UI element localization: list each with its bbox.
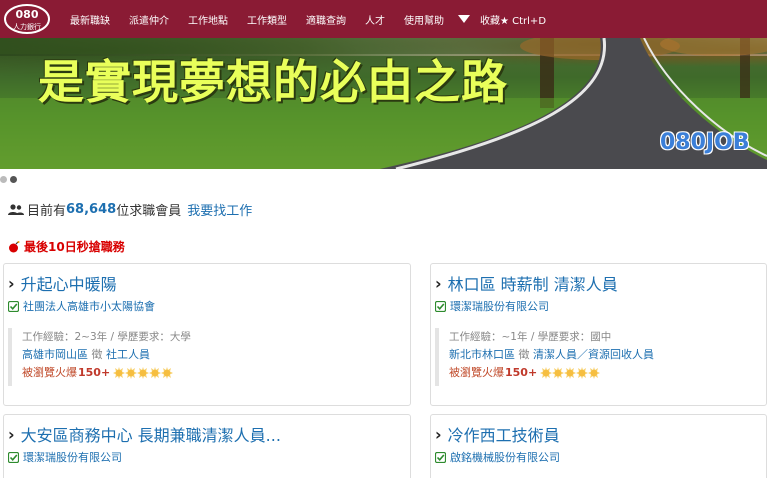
job-requirements: 工作經驗：2~3年 / 學歷要求：大學	[22, 331, 191, 343]
member-stats: 目前有 68,648 位求職會員 我要找工作	[8, 200, 252, 219]
job-title[interactable]: › 大安區商務中心 長期兼職清潔人員...	[8, 422, 281, 446]
flame-rating	[540, 367, 601, 379]
urgent-jobs-heading: 最後10日秒搶職務	[8, 238, 125, 255]
check-square-icon	[435, 451, 446, 463]
job-title[interactable]: › 升起心中暖陽	[8, 271, 117, 295]
job-card[interactable]: › 冷作西工技術員 啟銘機械股份有限公司	[430, 414, 767, 478]
stats-count: 68,648	[66, 202, 117, 217]
logo-text-bottom: 人力銀行	[13, 22, 41, 31]
company-name[interactable]: 環潔瑞股份有限公司	[450, 298, 549, 314]
site-logo[interactable]: 080 人力銀行	[4, 4, 50, 34]
urgent-label: 最後10日秒搶職務	[24, 240, 125, 254]
flame-rating	[113, 367, 174, 379]
nav-menu: 最新職缺 派遣仲介 工作地點 工作類型 適職查詢 人才 使用幫助 收藏★ Ctr…	[70, 0, 546, 38]
hero-banner[interactable]: 是實現夢想的必由之路 080JOB	[0, 38, 767, 169]
recruit-marker: 徵	[518, 348, 530, 361]
flame-icon	[588, 367, 601, 379]
job-location-line: 新北市林口區 徵 清潔人員／資源回收人員	[449, 346, 761, 364]
company-name[interactable]: 環潔瑞股份有限公司	[23, 449, 122, 465]
banner-brand: 080JOB	[660, 130, 750, 155]
top-navbar: 080 人力銀行 最新職缺 派遣仲介 工作地點 工作類型 適職查詢 人才 使用幫…	[0, 0, 767, 38]
flame-icon	[125, 367, 138, 379]
job-details: 工作經驗：2~3年 / 學歷要求：大學 高雄市岡山區 徵 社工人員 被瀏覽火爆 …	[8, 328, 388, 386]
check-square-icon	[8, 300, 19, 312]
slider-dot-1[interactable]	[0, 176, 7, 183]
flame-icon	[564, 367, 577, 379]
job-title-text[interactable]: 林口區 時薪制 清潔人員	[448, 271, 618, 295]
flame-icon	[149, 367, 162, 379]
nav-item-talent[interactable]: 人才	[365, 12, 385, 27]
flame-icon	[576, 367, 589, 379]
flame-icon	[552, 367, 565, 379]
recruit-marker: 徵	[91, 348, 103, 361]
job-company[interactable]: 環潔瑞股份有限公司	[8, 449, 122, 465]
slider-dot-2[interactable]	[10, 176, 17, 183]
job-company[interactable]: 環潔瑞股份有限公司	[435, 298, 549, 314]
job-card[interactable]: › 大安區商務中心 長期兼職清潔人員... 環潔瑞股份有限公司	[3, 414, 411, 478]
bomb-icon	[9, 240, 20, 252]
job-position: 社工人員	[106, 348, 150, 361]
nav-item-dispatch[interactable]: 派遣仲介	[129, 12, 169, 27]
nav-favorite[interactable]: 收藏★ Ctrl+D	[480, 12, 546, 27]
check-square-icon	[8, 451, 19, 463]
company-name[interactable]: 社團法人高雄市小太陽協會	[23, 298, 155, 314]
nav-item-help[interactable]: 使用幫助	[404, 12, 444, 27]
chevron-right-icon: ›	[435, 273, 442, 293]
slider-dots	[0, 176, 20, 183]
banner-slogan: 是實現夢想的必由之路	[38, 55, 508, 109]
chevron-right-icon: ›	[8, 424, 15, 444]
hot-count: 150+	[78, 366, 111, 379]
job-popularity: 被瀏覽火爆 150+	[22, 364, 388, 382]
users-icon	[8, 203, 24, 215]
job-card[interactable]: › 林口區 時薪制 清潔人員 環潔瑞股份有限公司 工作經驗：~1年 / 學歷要求…	[430, 263, 767, 406]
hot-label: 被瀏覽火爆	[449, 366, 504, 379]
stats-suffix: 位求職會員	[116, 204, 182, 219]
job-position: 清潔人員／資源回收人員	[533, 348, 654, 361]
logo-text-top: 080	[16, 8, 39, 21]
job-details: 工作經驗：~1年 / 學歷要求：國中 新北市林口區 徵 清潔人員／資源回收人員 …	[435, 328, 761, 386]
nav-item-job-type[interactable]: 工作類型	[247, 12, 287, 27]
job-location-line: 高雄市岡山區 徵 社工人員	[22, 346, 388, 364]
check-square-icon	[435, 300, 446, 312]
nav-item-aptitude[interactable]: 適職查詢	[306, 12, 346, 27]
job-title-text[interactable]: 冷作西工技術員	[448, 422, 560, 446]
job-company[interactable]: 社團法人高雄市小太陽協會	[8, 298, 155, 314]
flame-icon	[137, 367, 150, 379]
nav-item-location[interactable]: 工作地點	[188, 12, 228, 27]
job-location: 高雄市岡山區	[22, 348, 88, 361]
stats-prefix: 目前有	[27, 204, 67, 219]
job-requirements: 工作經驗：~1年 / 學歷要求：國中	[449, 331, 612, 343]
nav-item-latest-jobs[interactable]: 最新職缺	[70, 12, 110, 27]
chevron-right-icon: ›	[8, 273, 15, 293]
job-company[interactable]: 啟銘機械股份有限公司	[435, 449, 560, 465]
job-location: 新北市林口區	[449, 348, 515, 361]
hot-label: 被瀏覽火爆	[22, 366, 77, 379]
find-job-link[interactable]: 我要找工作	[187, 200, 252, 219]
job-title[interactable]: › 林口區 時薪制 清潔人員	[435, 271, 618, 295]
job-card[interactable]: › 升起心中暖陽 社團法人高雄市小太陽協會 工作經驗：2~3年 / 學歷要求：大…	[3, 263, 411, 406]
job-popularity: 被瀏覽火爆 150+	[449, 364, 761, 382]
job-title-text[interactable]: 升起心中暖陽	[21, 271, 117, 295]
chevron-right-icon: ›	[435, 424, 442, 444]
company-name[interactable]: 啟銘機械股份有限公司	[450, 449, 560, 465]
flame-icon	[540, 367, 553, 379]
hot-count: 150+	[505, 366, 538, 379]
job-title[interactable]: › 冷作西工技術員	[435, 422, 560, 446]
dropdown-caret-icon[interactable]	[458, 15, 470, 23]
job-title-text[interactable]: 大安區商務中心 長期兼職清潔人員...	[21, 422, 281, 446]
flame-icon	[113, 367, 126, 379]
flame-icon	[161, 367, 174, 379]
